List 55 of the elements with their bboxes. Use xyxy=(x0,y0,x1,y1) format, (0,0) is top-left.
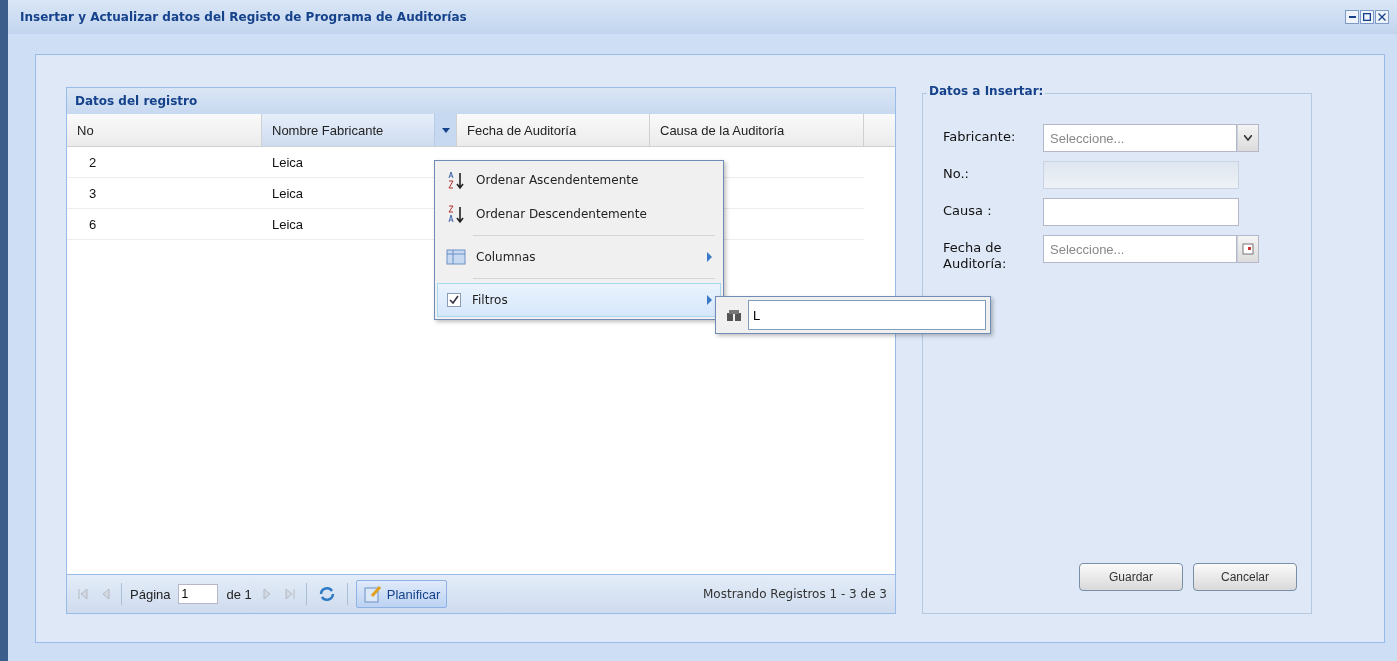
submenu-arrow-icon xyxy=(707,295,712,305)
field-label: No.: xyxy=(943,165,970,182)
dropdown-button[interactable] xyxy=(1237,124,1259,152)
save-button[interactable]: Guardar xyxy=(1079,563,1183,591)
calendar-button[interactable] xyxy=(1237,235,1259,263)
plan-button[interactable]: Planificar xyxy=(355,580,448,608)
menu-item[interactable]: Columnas xyxy=(437,240,721,274)
last-page-icon xyxy=(283,588,296,600)
next-icon xyxy=(261,588,272,600)
page-input[interactable]: 1 xyxy=(178,584,219,604)
window-title: Insertar y Actualizar datos del Registo de Programa de Auditorías xyxy=(20,10,467,24)
column-header[interactable]: Nombre Fabricante xyxy=(262,114,457,146)
column-header[interactable]: Fecha de Auditoría xyxy=(457,114,650,146)
filter-input[interactable]: L xyxy=(748,300,986,330)
calendar-icon xyxy=(1242,243,1254,255)
previous-icon xyxy=(101,588,111,600)
document-pencil-icon xyxy=(362,584,383,604)
date-field[interactable]: Seleccione... xyxy=(1043,235,1237,263)
submenu-arrow-icon xyxy=(707,252,712,262)
input-field[interactable] xyxy=(1043,198,1239,226)
chevron-down-icon xyxy=(1244,135,1252,141)
menu-item[interactable]: Filtros xyxy=(437,283,721,317)
field-label: Fabricante: xyxy=(943,128,1017,145)
close-button[interactable] xyxy=(1375,10,1389,24)
panel-title: Datos del registro xyxy=(67,88,895,114)
sort-descending-icon xyxy=(446,204,466,224)
table-cell-text: Leica xyxy=(271,215,305,234)
close-icon xyxy=(1378,13,1386,21)
sort-ascending-icon xyxy=(446,170,466,190)
table-cell-text: 3 xyxy=(88,184,98,203)
table-cell-text: 6 xyxy=(88,215,98,234)
column-header[interactable]: Causa de la Auditoría xyxy=(650,114,864,146)
caret-icon xyxy=(441,127,450,133)
maximize-button[interactable] xyxy=(1360,10,1374,24)
paging-summary: Mostrando Registros 1 - 3 de 3 xyxy=(703,587,887,601)
column-menu-trigger[interactable] xyxy=(434,114,456,146)
columns-icon xyxy=(446,248,466,266)
minimize-icon xyxy=(1348,16,1356,18)
page-count: de 1 xyxy=(226,586,252,602)
checkbox-icon[interactable] xyxy=(446,292,462,308)
field-label: Causa : xyxy=(943,202,993,219)
menu-item[interactable]: Ordenar Descendentemente xyxy=(437,197,721,231)
cancel-button[interactable]: Cancelar xyxy=(1193,563,1297,591)
maximize-icon xyxy=(1363,13,1371,21)
minimize-button[interactable] xyxy=(1345,10,1359,24)
table-cell-text: 2 xyxy=(88,153,98,172)
first-page-icon xyxy=(77,588,89,600)
binoculars-icon xyxy=(726,308,742,322)
fieldset-legend: Datos a Insertar: xyxy=(927,84,1046,98)
page-label: Página xyxy=(130,586,171,602)
field-label: Fecha de Auditoría: xyxy=(943,239,1008,272)
table-cell-text: Leica xyxy=(271,184,305,203)
menu-item[interactable]: Ordenar Ascendentemente xyxy=(437,163,721,197)
combo-field[interactable]: Seleccione... xyxy=(1043,124,1237,152)
table-cell-text: Leica xyxy=(271,153,305,172)
